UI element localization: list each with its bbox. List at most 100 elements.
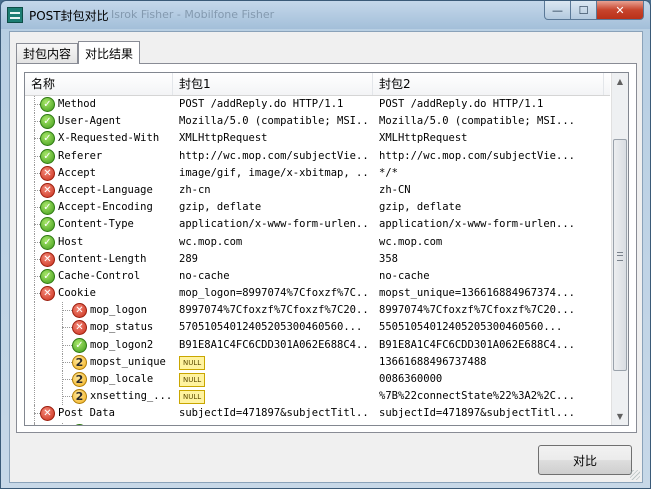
name-cell: ✓ Content-Type bbox=[25, 216, 173, 234]
null-badge: NULL bbox=[179, 355, 206, 370]
table-row[interactable]: ✕ mop_status 57051054012405205300460560...… bbox=[25, 319, 610, 337]
name-cell: 2 mopst_unique bbox=[25, 353, 173, 371]
name-cell: ✓ Referer bbox=[25, 147, 173, 165]
packet1-value-cell bbox=[179, 423, 371, 425]
tree-guide-line bbox=[34, 388, 35, 406]
row-name-label: User-Agent bbox=[58, 115, 122, 128]
scroll-up-arrow-icon[interactable]: ▲ bbox=[612, 73, 628, 90]
row-name-label: Referer bbox=[58, 149, 103, 162]
row-name-label: Post Data bbox=[58, 407, 115, 420]
scrollbar-thumb[interactable] bbox=[613, 139, 627, 371]
only-in-packet2-icon: 2 bbox=[72, 372, 87, 387]
name-cell: 2 mop_locale bbox=[25, 371, 173, 389]
packet1-value-cell: no-cache bbox=[179, 269, 230, 282]
table-row[interactable]: ✓ bbox=[25, 422, 610, 425]
vertical-scrollbar[interactable]: ▲ ▼ bbox=[611, 73, 628, 425]
table-row[interactable]: ✕ Content-Length 289 358 bbox=[25, 250, 610, 268]
row-name-label: mop_status bbox=[90, 321, 154, 334]
table-row[interactable]: 2 mop_locale NULL 0086360000 bbox=[25, 371, 610, 389]
table-row[interactable]: ✓ Cache-Control no-cache no-cache bbox=[25, 267, 610, 286]
packet1-value-cell: application/x-www-form-urlen... bbox=[179, 218, 371, 231]
only-in-packet2-icon: 2 bbox=[72, 354, 87, 370]
tree-guide-line bbox=[34, 371, 35, 389]
table-row[interactable]: ✕ Cookie mop_logon=8997074%7Cfoxzf%7C... mo… bbox=[25, 285, 610, 303]
column-header-packet1[interactable]: 封包1 bbox=[173, 73, 373, 95]
minimize-button[interactable]: — bbox=[544, 1, 571, 20]
row-name-label: Method bbox=[58, 98, 96, 110]
null-badge: NULL bbox=[179, 373, 206, 387]
packet2-value-cell: 13661688496737488 bbox=[379, 355, 487, 368]
name-cell: ✓ Cache-Control bbox=[25, 267, 173, 286]
tree-guide-line bbox=[34, 319, 35, 337]
tab-packet-content[interactable]: 封包内容 bbox=[16, 43, 79, 63]
close-button[interactable]: ✕ bbox=[596, 1, 644, 20]
name-cell: ✓ Host bbox=[25, 233, 173, 251]
packet1-value-cell: 57051054012405205300460560... bbox=[179, 321, 363, 334]
name-cell: ✕ Content-Length bbox=[25, 250, 173, 268]
column-header-packet2[interactable]: 封包2 bbox=[373, 73, 604, 95]
row-name-label: Accept-Language bbox=[58, 183, 153, 196]
row-name-label: Cookie bbox=[58, 287, 96, 300]
table-row[interactable]: ✕ Accept-Language zh-cn zh-CN bbox=[25, 181, 610, 200]
null-badge: NULL bbox=[179, 390, 206, 405]
minimize-icon: — bbox=[552, 3, 563, 17]
match-check-icon: ✓ bbox=[40, 114, 55, 130]
table-row[interactable]: ✓ X-Requested-With XMLHttpRequest XMLHttpRe… bbox=[25, 130, 610, 148]
table-row[interactable]: ✓ Method POST /addReply.do HTTP/1.1 POST /a… bbox=[25, 96, 610, 114]
tree-branch-line bbox=[62, 344, 72, 346]
table-row[interactable]: ✕ Post Data subjectId=471897&subjectTitl..… bbox=[25, 405, 610, 423]
tree-guide-line bbox=[34, 336, 35, 354]
row-name-label: xnsetting_... bbox=[90, 390, 173, 403]
title-bar[interactable]: POST封包对比 Isrok Fisher - Mobilfone Fisher… bbox=[1, 1, 650, 29]
packet1-value-cell: mop_logon=8997074%7Cfoxzf%7C... bbox=[179, 287, 371, 300]
table-row[interactable]: ✓ User-Agent Mozilla/5.0 (compatible; MSI.… bbox=[25, 113, 610, 131]
match-check-icon: ✓ bbox=[72, 423, 87, 425]
row-name-label: Accept bbox=[58, 166, 96, 179]
table-row[interactable]: ✓ Referer http://wc.mop.com/subjectVie... h… bbox=[25, 147, 610, 165]
packet2-value-cell: no-cache bbox=[379, 269, 430, 282]
tree-guide-line bbox=[34, 353, 35, 371]
tree-guide-line bbox=[34, 422, 35, 425]
resize-grip-icon[interactable] bbox=[630, 470, 640, 480]
packet1-value-cell: NULL bbox=[179, 388, 371, 405]
row-name-label: Content-Length bbox=[58, 252, 147, 265]
app-icon bbox=[7, 7, 23, 23]
table-row[interactable]: ✕ Accept image/gif, image/x-xbitmap, ... */… bbox=[25, 164, 610, 182]
packet1-value-cell: NULL bbox=[179, 371, 371, 388]
row-name-label: mop_logon2 bbox=[90, 338, 154, 351]
table-row[interactable]: ✓ Content-Type application/x-www-form-urle… bbox=[25, 216, 610, 234]
tab-compare-result[interactable]: 对比结果 bbox=[78, 41, 141, 64]
match-check-icon: ✓ bbox=[40, 234, 55, 250]
mismatch-x-icon: ✕ bbox=[72, 303, 87, 319]
grid-rows: ✓ Method POST /addReply.do HTTP/1.1 POST /a… bbox=[25, 96, 610, 425]
packet1-value-cell: subjectId=471897&subjectTitl... bbox=[179, 407, 371, 420]
maximize-button[interactable]: ☐ bbox=[570, 1, 597, 20]
table-row[interactable]: 2 mopst_unique NULL 13661688496737488 bbox=[25, 353, 610, 371]
table-row[interactable]: ✕ mop_logon 8997074%7Cfoxzf%7Cfoxzf%7C20..… bbox=[25, 302, 610, 320]
match-check-icon: ✓ bbox=[40, 268, 55, 284]
name-cell: ✕ Accept bbox=[25, 164, 173, 182]
column-header-filler bbox=[604, 73, 610, 95]
background-window-title: Isrok Fisher - Mobilfone Fisher bbox=[111, 8, 275, 21]
compare-button[interactable]: 对比 bbox=[538, 445, 632, 475]
table-row[interactable]: ✓ Accept-Encoding gzip, deflate gzip, defla… bbox=[25, 199, 610, 217]
compare-tree-grid[interactable]: 名称 封包1 封包2 ✓ Method POST /addReply.do HTTP… bbox=[24, 72, 629, 426]
packet1-value-cell: gzip, deflate bbox=[179, 201, 262, 214]
match-check-icon: ✓ bbox=[40, 148, 55, 164]
packet2-value-cell: 358 bbox=[379, 252, 398, 265]
tree-branch-line bbox=[62, 379, 72, 380]
row-name-label: Content-Type bbox=[58, 218, 134, 231]
table-row[interactable]: 2 xnsetting_... NULL %7B%22connectState%22%… bbox=[25, 388, 610, 406]
column-header-name[interactable]: 名称 bbox=[25, 73, 173, 95]
table-row[interactable]: ✓ Host wc.mop.com wc.mop.com bbox=[25, 233, 610, 251]
tree-branch-line bbox=[62, 327, 72, 329]
scroll-down-arrow-icon[interactable]: ▼ bbox=[612, 408, 628, 425]
row-name-label: mopst_unique bbox=[90, 355, 166, 368]
name-cell: 2 xnsetting_... bbox=[25, 388, 173, 406]
packet2-value-cell: wc.mop.com bbox=[379, 235, 443, 248]
table-row[interactable]: ✓ mop_logon2 B91E8A1C4FC6CDD301A062E688C4.… bbox=[25, 336, 610, 354]
packet2-value-cell: zh-CN bbox=[379, 183, 411, 196]
name-cell: ✕ Accept-Language bbox=[25, 181, 173, 200]
packet2-value-cell: B91E8A1C4FC6CDD301A062E688C4... bbox=[379, 338, 575, 351]
tree-branch-line bbox=[62, 310, 72, 312]
